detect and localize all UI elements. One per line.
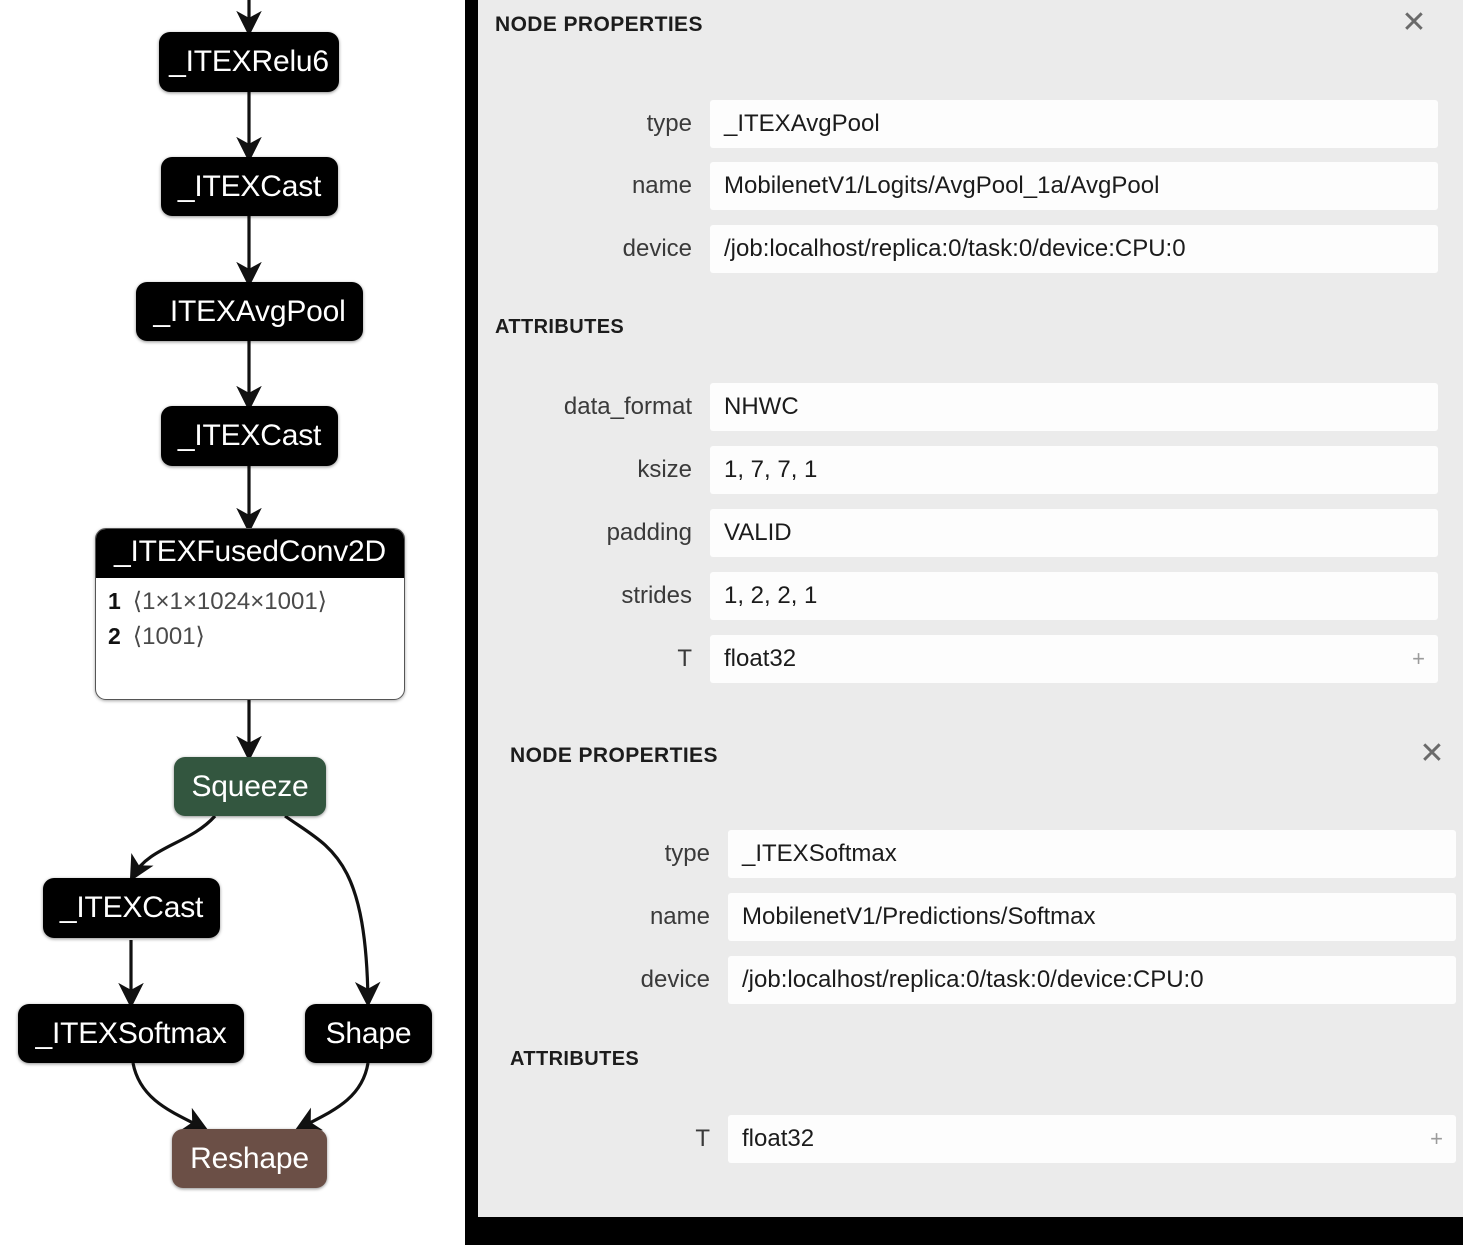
- attribute-label: T: [677, 645, 692, 672]
- detail-shape: ⟨1×1×1024×1001⟩: [132, 588, 328, 615]
- attribute-label: strides: [621, 582, 692, 609]
- graph-node-avgpool[interactable]: _ITEXAvgPool: [136, 282, 363, 341]
- attribute-label: T: [695, 1125, 710, 1152]
- attribute-value-t[interactable]: float32 +: [728, 1115, 1456, 1163]
- property-value-type[interactable]: _ITEXAvgPool: [710, 100, 1438, 148]
- graph-node-relu6[interactable]: _ITEXRelu6: [159, 32, 339, 92]
- graph-node-label: Reshape: [190, 1141, 309, 1175]
- attribute-label: padding: [606, 519, 692, 546]
- property-row-name: name MobilenetV1/Logits/AvgPool_1a/AvgPo…: [478, 162, 1438, 210]
- property-label: device: [622, 235, 692, 262]
- attribute-row-padding: padding VALID: [478, 509, 1438, 557]
- attribute-value-t[interactable]: float32 +: [710, 635, 1438, 683]
- detail-shape: ⟨1001⟩: [132, 623, 205, 650]
- graph-node-detail-row: 2 ⟨1001⟩: [108, 619, 392, 654]
- graph-node-fusedconv2d[interactable]: _ITEXFusedConv2D 1 ⟨1×1×1024×1001⟩ 2 ⟨10…: [95, 528, 405, 700]
- attribute-value-ksize[interactable]: 1, 7, 7, 1: [710, 446, 1438, 494]
- graph-node-label: _ITEXFusedConv2D: [96, 529, 404, 578]
- graph-node-label: Shape: [325, 1016, 412, 1050]
- expand-plus-icon[interactable]: +: [1412, 648, 1425, 670]
- attribute-value-text: float32: [742, 1125, 815, 1152]
- attribute-label: ksize: [637, 456, 692, 483]
- detail-index: 2: [108, 623, 121, 649]
- panel-title: NODE PROPERTIES: [495, 13, 703, 36]
- property-label: type: [664, 840, 710, 867]
- close-icon[interactable]: ✕: [1397, 7, 1431, 41]
- graph-node-squeeze[interactable]: Squeeze: [174, 757, 326, 816]
- attributes-section-title: ATTRIBUTES: [510, 1048, 640, 1070]
- attribute-value-text: float32: [724, 645, 797, 672]
- attribute-row-data-format: data_format NHWC: [478, 383, 1438, 431]
- detail-index: 1: [108, 588, 121, 614]
- attribute-row-strides: strides 1, 2, 2, 1: [478, 572, 1438, 620]
- attribute-row-t: T float32 +: [478, 635, 1438, 683]
- property-row-device: device /job:localhost/replica:0/task:0/d…: [478, 225, 1438, 273]
- graph-node-detail-table: 1 ⟨1×1×1024×1001⟩ 2 ⟨1001⟩: [96, 578, 404, 664]
- property-value-name[interactable]: MobilenetV1/Logits/AvgPool_1a/AvgPool: [710, 162, 1438, 210]
- attribute-label: data_format: [563, 393, 692, 420]
- node-properties-panel-softmax: NODE PROPERTIES ✕ type _ITEXSoftmax name…: [478, 716, 1463, 1217]
- property-label: type: [646, 110, 692, 137]
- attribute-value-padding[interactable]: VALID: [710, 509, 1438, 557]
- graph-node-cast-1[interactable]: _ITEXCast: [161, 157, 338, 216]
- graph-node-label: _ITEXCast: [177, 419, 322, 452]
- graph-node-shape[interactable]: Shape: [305, 1004, 432, 1063]
- graph-node-label: _ITEXCast: [59, 891, 204, 924]
- property-value-device[interactable]: /job:localhost/replica:0/task:0/device:C…: [710, 225, 1438, 273]
- graph-node-label: _ITEXAvgPool: [153, 294, 346, 328]
- property-label: name: [631, 172, 692, 199]
- attribute-row-ksize: ksize 1, 7, 7, 1: [478, 446, 1438, 494]
- graph-canvas[interactable]: _ITEXRelu6 _ITEXCast _ITEXAvgPool _ITEXC…: [0, 0, 465, 1245]
- attributes-section-title: ATTRIBUTES: [495, 316, 625, 338]
- property-row-device: device /job:localhost/replica:0/task:0/d…: [496, 956, 1456, 1004]
- property-value-type[interactable]: _ITEXSoftmax: [728, 830, 1456, 878]
- graph-node-label: _ITEXRelu6: [169, 45, 329, 78]
- property-value-device[interactable]: /job:localhost/replica:0/task:0/device:C…: [728, 956, 1456, 1004]
- property-label: name: [649, 903, 710, 930]
- attribute-value-strides[interactable]: 1, 2, 2, 1: [710, 572, 1438, 620]
- graph-node-softmax[interactable]: _ITEXSoftmax: [18, 1004, 244, 1063]
- graph-node-cast-2[interactable]: _ITEXCast: [161, 406, 338, 466]
- graph-node-detail-row: 1 ⟨1×1×1024×1001⟩: [108, 584, 392, 619]
- graph-node-label: _ITEXCast: [177, 169, 322, 203]
- properties-panel-frame: NODE PROPERTIES ✕ type _ITEXAvgPool name…: [465, 0, 1463, 1245]
- graph-node-cast-3[interactable]: _ITEXCast: [43, 878, 220, 938]
- property-row-type: type _ITEXSoftmax: [496, 830, 1456, 878]
- property-label: device: [640, 966, 710, 993]
- expand-plus-icon[interactable]: +: [1430, 1128, 1443, 1150]
- property-value-name[interactable]: MobilenetV1/Predictions/Softmax: [728, 893, 1456, 941]
- graph-node-label: _ITEXSoftmax: [35, 1016, 227, 1050]
- graph-node-reshape[interactable]: Reshape: [172, 1129, 327, 1188]
- panel-title: NODE PROPERTIES: [510, 744, 718, 767]
- graph-node-label: Squeeze: [191, 769, 309, 803]
- property-row-type: type _ITEXAvgPool: [478, 100, 1438, 148]
- attribute-row-t: T float32 +: [496, 1115, 1456, 1163]
- node-properties-panel-avgpool: NODE PROPERTIES ✕ type _ITEXAvgPool name…: [478, 0, 1463, 716]
- close-icon[interactable]: ✕: [1415, 738, 1449, 772]
- property-row-name: name MobilenetV1/Predictions/Softmax: [496, 893, 1456, 941]
- attribute-value-data-format[interactable]: NHWC: [710, 383, 1438, 431]
